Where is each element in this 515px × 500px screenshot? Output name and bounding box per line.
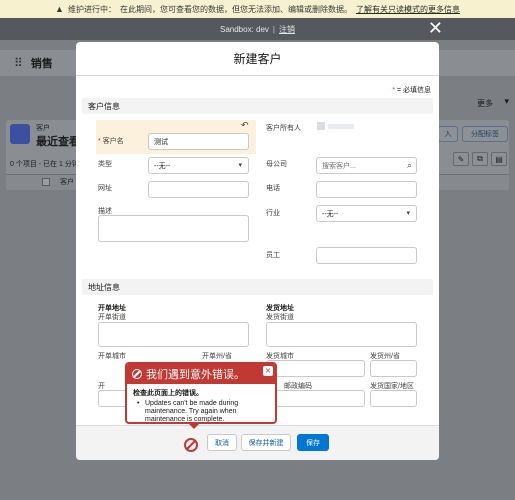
undo-icon[interactable]: ↶ [241, 120, 249, 131]
more-tab[interactable]: 更多 [477, 98, 493, 109]
industry-select[interactable]: --无-- ▾ [316, 205, 417, 222]
billing-street-input[interactable] [98, 322, 249, 347]
parent-search-input[interactable]: 搜索客户... ⌕ [316, 157, 417, 174]
billing-city-label: 开单城市 [98, 353, 126, 360]
app-name: 销售 [30, 58, 53, 70]
shipping-street-label: 发货街道 [266, 314, 294, 321]
phone-label: 电话 [266, 185, 280, 192]
column-account-name[interactable]: 客户 [60, 177, 74, 187]
warning-icon: ▲ [55, 4, 64, 14]
assign-label-button[interactable]: 分配标签 [462, 126, 508, 142]
owner-avatar [317, 122, 325, 130]
popover-pointer [188, 423, 200, 429]
search-icon: ⌕ [406, 160, 412, 170]
select-all-checkbox[interactable] [42, 178, 50, 186]
error-header: 我们遇到意外错误。 [127, 364, 275, 384]
error-subtitle: 检查此页面上的错误。 [133, 390, 203, 397]
error-title: 我们遇到意外错误。 [146, 369, 245, 381]
section-address-info[interactable]: 地址信息 [82, 279, 433, 295]
sandbox-label: Sandbox: dev [219, 24, 269, 34]
shipping-city-input[interactable] [266, 360, 365, 377]
employees-input[interactable] [316, 247, 417, 264]
owner-label: 客户所有人 [266, 125, 301, 132]
object-label: 客户 [36, 125, 50, 132]
save-and-new-button[interactable]: 保存并新建 [241, 434, 291, 451]
section-customer-info[interactable]: 客户信息 [82, 98, 433, 114]
list-view-title[interactable]: 最近查看 [36, 133, 80, 149]
tools-icon[interactable]: ⧉ [472, 152, 488, 166]
error-message: Updates can't be made during maintenance… [133, 400, 270, 422]
parent-label: 母公司 [266, 161, 287, 168]
error-icon[interactable] [184, 438, 198, 452]
shipping-country-input[interactable] [370, 390, 417, 407]
save-button[interactable]: 保存 [297, 434, 329, 451]
shipping-street-input[interactable] [266, 322, 417, 347]
banner-prefix: 维护进行中： [67, 4, 116, 14]
chevron-down-icon: ▾ [406, 210, 410, 217]
billing-street-label: 开单街道 [98, 314, 126, 321]
required-note: * = 必填信息 [392, 87, 431, 94]
logout-link[interactable]: 注销 [279, 24, 295, 35]
phone-input[interactable] [316, 181, 417, 198]
close-icon[interactable]: × [263, 366, 273, 376]
error-icon [132, 369, 142, 379]
error-popover: 我们遇到意外错误。 × 检查此页面上的错误。 Updates can't be … [125, 362, 277, 424]
shipping-zip-input[interactable] [266, 390, 365, 407]
cancel-button[interactable]: 取消 [207, 434, 237, 451]
filter-icon[interactable]: ▤ [491, 152, 507, 166]
chevron-down-icon: ▾ [238, 162, 242, 169]
billing-state-label: 开单州/省 [202, 353, 232, 360]
type-label: 类型 [98, 161, 112, 168]
shipping-state-input[interactable] [370, 360, 417, 377]
modal-title: 新建客户 [76, 42, 439, 76]
close-icon[interactable]: ✕ [428, 20, 443, 38]
account-name-input[interactable]: 测试 [148, 133, 249, 150]
billing-country-input[interactable] [98, 390, 128, 407]
banner-message: 在此期间，您可查看您的数据，但您无法添加、编辑或删除数据。 [119, 4, 352, 14]
industry-label: 行业 [266, 210, 280, 217]
website-input[interactable] [148, 181, 249, 198]
app-launcher-icon[interactable]: ⠿ [14, 56, 23, 70]
account-name-label: * 客户名 [98, 138, 124, 145]
maintenance-banner: ▲ 维护进行中： 在此期间，您可查看您的数据，但您无法添加、编辑或删除数据。 了… [0, 0, 515, 18]
description-textarea[interactable] [98, 215, 249, 242]
read-only-info-link[interactable]: 了解有关只读模式的更多信息 [356, 4, 460, 15]
list-status: 0 个项目 - 已在 1 分钟 [10, 161, 79, 168]
more-chevron-icon[interactable]: ▾ [504, 96, 509, 107]
account-object-icon [10, 124, 30, 144]
edit-icon[interactable]: ✎ [453, 152, 469, 166]
owner-name-redacted [328, 124, 354, 129]
sandbox-separator: | [272, 24, 275, 34]
type-select[interactable]: --无-- ▾ [148, 157, 249, 174]
employees-label: 员工 [266, 252, 280, 259]
website-label: 网址 [98, 185, 112, 192]
import-button[interactable]: 入 [438, 126, 458, 142]
